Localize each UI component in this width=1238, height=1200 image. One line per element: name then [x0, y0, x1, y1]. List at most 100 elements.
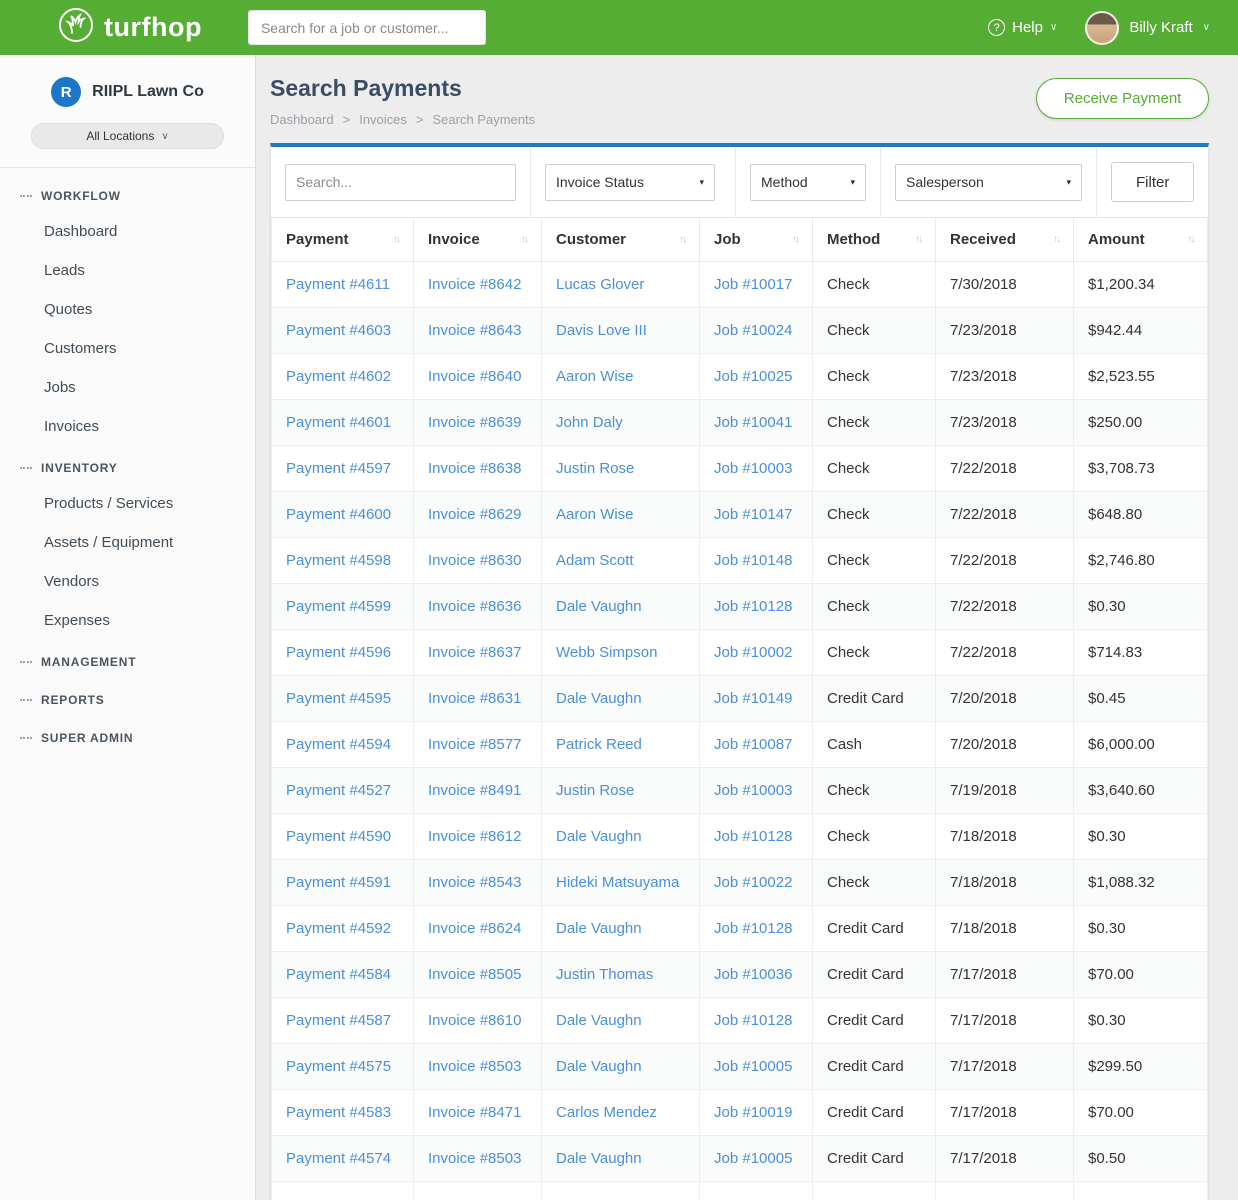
- invoice-link[interactable]: Invoice #8491: [428, 782, 521, 799]
- sidebar-item-products-services[interactable]: Products / Services: [0, 484, 255, 523]
- column-header-payment[interactable]: Payment ↑↓: [272, 218, 414, 262]
- job-link[interactable]: Job #10025: [714, 368, 792, 385]
- job-link[interactable]: Job #10019: [714, 1104, 792, 1121]
- job-link[interactable]: Job #10005: [714, 1058, 792, 1075]
- invoice-link[interactable]: Invoice #8610: [428, 1012, 521, 1029]
- customer-link[interactable]: Dale Vaughn: [556, 828, 642, 845]
- payment-link[interactable]: Payment #4600: [286, 506, 391, 523]
- invoice-link[interactable]: Invoice #8503: [428, 1150, 521, 1167]
- breadcrumb-invoices[interactable]: Invoices: [359, 112, 407, 127]
- job-link[interactable]: Job #10003: [714, 782, 792, 799]
- customer-link[interactable]: Patrick Reed: [556, 736, 642, 753]
- column-header-method[interactable]: Method ↑↓: [813, 218, 936, 262]
- job-link[interactable]: Job #10041: [714, 414, 792, 431]
- sidebar-item-customers[interactable]: Customers: [0, 329, 255, 368]
- customer-link[interactable]: Dale Vaughn: [556, 598, 642, 615]
- job-link[interactable]: Job #10128: [714, 828, 792, 845]
- sort-icon[interactable]: ↑↓: [1053, 234, 1059, 245]
- invoice-link[interactable]: Invoice #8624: [428, 920, 521, 937]
- customer-link[interactable]: Dale Vaughn: [556, 1012, 642, 1029]
- payment-link[interactable]: Payment #4611: [286, 276, 390, 293]
- invoice-link[interactable]: Invoice #8630: [428, 552, 521, 569]
- customer-link[interactable]: Aaron Wise: [556, 368, 634, 385]
- column-header-customer[interactable]: Customer ↑↓: [542, 218, 700, 262]
- invoice-link[interactable]: Invoice #8631: [428, 690, 521, 707]
- payments-search-input[interactable]: [285, 164, 516, 201]
- sidebar-section-super-admin[interactable]: SUPER ADMIN: [0, 716, 255, 754]
- invoice-status-select[interactable]: Invoice Status ▾: [545, 164, 715, 201]
- customer-link[interactable]: Hideki Matsuyama: [556, 874, 679, 891]
- column-header-job[interactable]: Job ↑↓: [700, 218, 813, 262]
- customer-link[interactable]: Dale Vaughn: [556, 1150, 642, 1167]
- invoice-link[interactable]: Invoice #8577: [428, 736, 521, 753]
- customer-link[interactable]: Justin Rose: [556, 782, 634, 799]
- job-link[interactable]: Job #10036: [714, 966, 792, 983]
- sidebar-item-dashboard[interactable]: Dashboard: [0, 212, 255, 251]
- filter-button[interactable]: Filter: [1111, 162, 1194, 202]
- job-link[interactable]: Job #10022: [714, 874, 792, 891]
- customer-link[interactable]: John Daly: [556, 414, 623, 431]
- brand-logo[interactable]: turfhop: [58, 7, 202, 48]
- customer-link[interactable]: Dale Vaughn: [556, 1058, 642, 1075]
- sidebar-item-expenses[interactable]: Expenses: [0, 601, 255, 640]
- payment-link[interactable]: Payment #4599: [286, 598, 391, 615]
- sidebar-section-workflow[interactable]: WORKFLOW: [0, 174, 255, 212]
- job-link[interactable]: Job #10128: [714, 598, 792, 615]
- payment-link[interactable]: Payment #4592: [286, 920, 391, 937]
- sort-icon[interactable]: ↑↓: [393, 234, 399, 245]
- sidebar-item-assets-equipment[interactable]: Assets / Equipment: [0, 523, 255, 562]
- payment-link[interactable]: Payment #4602: [286, 368, 391, 385]
- column-header-amount[interactable]: Amount ↑↓: [1074, 218, 1208, 262]
- location-selector[interactable]: All Locations ∨: [31, 123, 224, 149]
- sidebar-item-jobs[interactable]: Jobs: [0, 368, 255, 407]
- invoice-link[interactable]: Invoice #8505: [428, 966, 521, 983]
- sidebar-item-vendors[interactable]: Vendors: [0, 562, 255, 601]
- payment-link[interactable]: Payment #4587: [286, 1012, 391, 1029]
- invoice-link[interactable]: Invoice #8629: [428, 506, 521, 523]
- column-header-received[interactable]: Received ↑↓: [936, 218, 1074, 262]
- payment-link[interactable]: Payment #4601: [286, 414, 391, 431]
- payment-link[interactable]: Payment #4575: [286, 1058, 391, 1075]
- customer-link[interactable]: Dale Vaughn: [556, 690, 642, 707]
- payment-link[interactable]: Payment #4584: [286, 966, 391, 983]
- salesperson-select[interactable]: Salesperson ▾: [895, 164, 1082, 201]
- job-link[interactable]: Job #10149: [714, 690, 792, 707]
- customer-link[interactable]: Adam Scott: [556, 552, 634, 569]
- user-menu[interactable]: Billy Kraft ∨: [1085, 11, 1210, 45]
- customer-link[interactable]: Aaron Wise: [556, 506, 634, 523]
- sort-icon[interactable]: ↑↓: [679, 234, 685, 245]
- sidebar-item-leads[interactable]: Leads: [0, 251, 255, 290]
- payment-link[interactable]: Payment #4603: [286, 322, 391, 339]
- sort-icon[interactable]: ↑↓: [521, 234, 527, 245]
- sort-icon[interactable]: ↑↓: [1187, 234, 1193, 245]
- job-link[interactable]: Job #10024: [714, 322, 792, 339]
- payment-link[interactable]: Payment #4591: [286, 874, 391, 891]
- sidebar-section-inventory[interactable]: INVENTORY: [0, 446, 255, 484]
- global-search-input[interactable]: [248, 10, 486, 45]
- help-menu[interactable]: ? Help ∨: [988, 19, 1057, 36]
- sidebar-item-invoices[interactable]: Invoices: [0, 407, 255, 446]
- invoice-link[interactable]: Invoice #8612: [428, 828, 521, 845]
- payment-link[interactable]: Payment #4574: [286, 1150, 391, 1167]
- job-link[interactable]: Job #10087: [714, 736, 792, 753]
- payment-link[interactable]: Payment #4597: [286, 460, 391, 477]
- customer-link[interactable]: Webb Simpson: [556, 644, 657, 661]
- invoice-link[interactable]: Invoice #8638: [428, 460, 521, 477]
- invoice-link[interactable]: Invoice #8640: [428, 368, 521, 385]
- invoice-link[interactable]: Invoice #8637: [428, 644, 521, 661]
- customer-link[interactable]: Justin Rose: [556, 460, 634, 477]
- job-link[interactable]: Job #10128: [714, 920, 792, 937]
- invoice-link[interactable]: Invoice #8639: [428, 414, 521, 431]
- payment-link[interactable]: Payment #4527: [286, 782, 391, 799]
- job-link[interactable]: Job #10003: [714, 460, 792, 477]
- payment-link[interactable]: Payment #4596: [286, 644, 391, 661]
- invoice-link[interactable]: Invoice #8471: [428, 1104, 521, 1121]
- payment-link[interactable]: Payment #4595: [286, 690, 391, 707]
- invoice-link[interactable]: Invoice #8503: [428, 1058, 521, 1075]
- customer-link[interactable]: Carlos Mendez: [556, 1104, 657, 1121]
- sidebar-item-quotes[interactable]: Quotes: [0, 290, 255, 329]
- sort-icon[interactable]: ↑↓: [792, 234, 798, 245]
- payment-link[interactable]: Payment #4594: [286, 736, 391, 753]
- customer-link[interactable]: Lucas Glover: [556, 276, 644, 293]
- invoice-link[interactable]: Invoice #8636: [428, 598, 521, 615]
